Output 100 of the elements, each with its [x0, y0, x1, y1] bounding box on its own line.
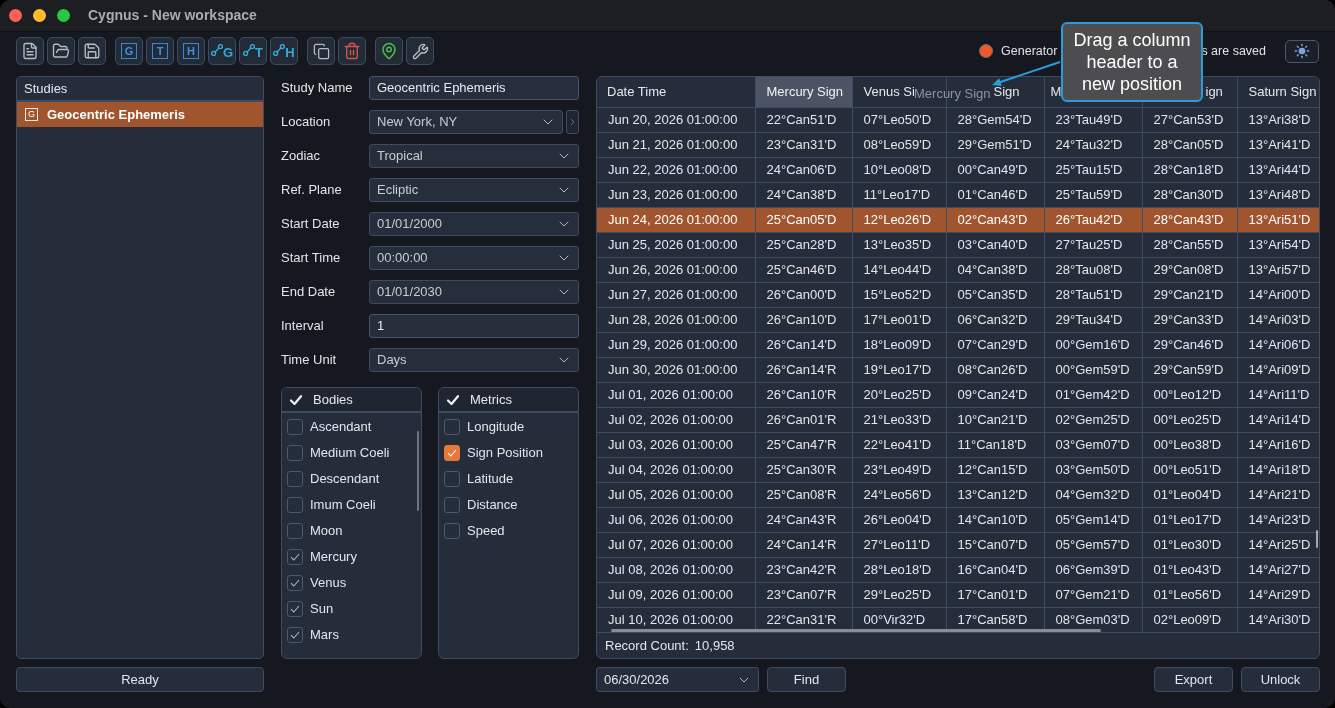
table-row[interactable]: Jun 24, 2026 01:00:00 25°Can05'D 12°Leo26'D 02°Can43'D 26°Tau42'D 28°Can43'D 13°Ari51'D	[597, 207, 1319, 232]
letter-tool-button[interactable]: T	[146, 37, 174, 65]
table-row[interactable]: Jun 25, 2026 01:00:00 25°Can28'D 13°Leo35'D 03°Can40'D 27°Tau25'D 28°Can55'D 13°Ari54'D	[597, 232, 1319, 257]
checkbox[interactable]	[287, 419, 303, 435]
theme-button[interactable]	[1285, 39, 1319, 63]
checkbox[interactable]	[444, 445, 460, 461]
table-cell: 07°Can29'D	[946, 332, 1044, 357]
dropdown[interactable]: 01/01/2030	[369, 280, 579, 304]
table-cell: 13°Ari44'D	[1237, 157, 1319, 182]
study-item[interactable]: G Geocentric Ephemeris	[17, 102, 263, 127]
table-row[interactable]: Jul 02, 2026 01:00:00 26°Can01'R 21°Leo33'D 10°Can21'D 02°Gem25'D 00°Leo25'D 14°Ari14'D	[597, 407, 1319, 432]
maximize-button[interactable]	[57, 9, 70, 22]
table-cell: 01°Leo43'D	[1142, 557, 1237, 582]
checkbox[interactable]	[287, 601, 303, 617]
column-header[interactable]: Sign	[993, 84, 1020, 99]
table-cell: Jun 30, 2026 01:00:00	[597, 357, 755, 382]
checkbox[interactable]	[287, 471, 303, 487]
check-icon[interactable]	[447, 394, 459, 405]
dropdown[interactable]: Ecliptic	[369, 178, 579, 202]
open-button[interactable]	[47, 37, 75, 65]
table-row[interactable]: Jul 01, 2026 01:00:00 26°Can10'R 20°Leo25'D 09°Can24'D 01°Gem42'D 00°Leo12'D 14°Ari11'D	[597, 382, 1319, 407]
table-row[interactable]: Jun 30, 2026 01:00:00 26°Can14'R 19°Leo17'D 08°Can26'D 00°Gem59'D 29°Can59'D 14°Ari09'D	[597, 357, 1319, 382]
check-icon[interactable]	[290, 394, 302, 405]
field-label: Start Date	[281, 215, 341, 234]
table-row[interactable]: Jun 27, 2026 01:00:00 26°Can00'D 15°Leo52'D 05°Can35'D 28°Tau51'D 29°Can21'D 14°Ari00'D	[597, 282, 1319, 307]
column-header[interactable]: Saturn Sign	[1248, 84, 1317, 99]
table-row[interactable]: Jul 06, 2026 01:00:00 24°Can43'R 26°Leo04'D 14°Can10'D 05°Gem14'D 01°Leo17'D 14°Ari23'D	[597, 507, 1319, 532]
table-cell: 14°Ari11'D	[1237, 382, 1319, 407]
node-letter-tool-button[interactable]: G	[208, 37, 236, 65]
checkbox[interactable]	[287, 627, 303, 643]
table-cell: 24°Tau32'D	[1044, 132, 1142, 157]
location-button[interactable]	[375, 37, 403, 65]
dropdown[interactable]: 01/01/2000	[369, 212, 579, 236]
table-row[interactable]: Jul 03, 2026 01:00:00 25°Can47'R 22°Leo41'D 11°Can18'D 03°Gem07'D 00°Leo38'D 14°Ari16'D	[597, 432, 1319, 457]
dropdown[interactable]: New York, NY	[369, 110, 563, 134]
checkbox[interactable]	[287, 549, 303, 565]
table-row[interactable]: Jul 07, 2026 01:00:00 24°Can14'R 27°Leo11'D 15°Can07'D 05°Gem57'D 01°Leo30'D 14°Ari25'D	[597, 532, 1319, 557]
table-cell: 24°Can43'R	[755, 507, 852, 532]
table-cell: 23°Can42'R	[755, 557, 852, 582]
column-header[interactable]: Venus Si	[863, 84, 915, 99]
checkbox[interactable]	[287, 523, 303, 539]
checkbox[interactable]	[444, 471, 460, 487]
table-cell: 29°Can33'D	[1142, 307, 1237, 332]
text-field[interactable]: 1	[369, 314, 579, 338]
save-button[interactable]	[78, 37, 106, 65]
table-row[interactable]: Jul 05, 2026 01:00:00 25°Can08'R 24°Leo56'D 13°Can12'D 04°Gem32'D 01°Leo04'D 14°Ari21'D	[597, 482, 1319, 507]
close-button[interactable]	[9, 9, 22, 22]
table-row[interactable]: Jun 23, 2026 01:00:00 24°Can38'D 11°Leo17'D 01°Can46'D 25°Tau59'D 28°Can30'D 13°Ari48'D	[597, 182, 1319, 207]
checkbox[interactable]	[287, 497, 303, 513]
checkbox[interactable]	[287, 445, 303, 461]
table-row[interactable]: Jun 26, 2026 01:00:00 25°Can46'D 14°Leo44'D 04°Can38'D 28°Tau08'D 29°Can08'D 13°Ari57'D	[597, 257, 1319, 282]
checkbox[interactable]	[444, 523, 460, 539]
table-cell: 28°Can43'D	[1142, 207, 1237, 232]
letter-tool-button[interactable]: G	[115, 37, 143, 65]
date-dropdown[interactable]: 06/30/2026	[596, 667, 759, 692]
dropdown[interactable]: Days	[369, 348, 579, 372]
table-cell: 02°Can43'D	[946, 207, 1044, 232]
dropdown[interactable]: 00:00:00	[369, 246, 579, 270]
find-button[interactable]: Find	[767, 667, 846, 692]
table-row[interactable]: Jun 29, 2026 01:00:00 26°Can14'D 18°Leo09'D 07°Can29'D 00°Gem16'D 29°Can46'D 14°Ari06'D	[597, 332, 1319, 357]
table-row[interactable]: Jul 08, 2026 01:00:00 23°Can42'R 28°Leo18'D 16°Can04'D 06°Gem39'D 01°Leo43'D 14°Ari27'D	[597, 557, 1319, 582]
table-row[interactable]: Jul 09, 2026 01:00:00 23°Can07'R 29°Leo25'D 17°Can01'D 07°Gem21'D 01°Leo56'D 14°Ari29'D	[597, 582, 1319, 607]
action-button[interactable]: Unlock	[1241, 667, 1320, 692]
table-row[interactable]: Jun 22, 2026 01:00:00 24°Can06'D 10°Leo08'D 00°Can49'D 25°Tau15'D 28°Can18'D 13°Ari44'D	[597, 157, 1319, 182]
new-file-button[interactable]	[16, 37, 44, 65]
table-cell: 13°Ari57'D	[1237, 257, 1319, 282]
table-row[interactable]: Jun 28, 2026 01:00:00 26°Can10'D 17°Leo01'D 06°Can32'D 29°Tau34'D 29°Can33'D 14°Ari03'D	[597, 307, 1319, 332]
node-letter-tool-button[interactable]: T	[239, 37, 267, 65]
dropdown[interactable]: Tropical	[369, 144, 579, 168]
column-header[interactable]: M	[1050, 84, 1062, 99]
sun-icon	[1294, 43, 1310, 59]
checkbox[interactable]	[287, 575, 303, 591]
table-cell: 25°Can47'R	[755, 432, 852, 457]
minimize-button[interactable]	[33, 9, 46, 22]
table-cell: 27°Can53'D	[1142, 107, 1237, 132]
copy-button[interactable]	[307, 37, 335, 65]
table-cell: Jun 22, 2026 01:00:00	[597, 157, 755, 182]
table-cell: 25°Tau15'D	[1044, 157, 1142, 182]
table-cell: 00°Leo51'D	[1142, 457, 1237, 482]
checkbox[interactable]	[444, 497, 460, 513]
table-cell: 16°Can04'D	[946, 557, 1044, 582]
table-cell: 00°Gem59'D	[1044, 357, 1142, 382]
table-cell: 00°Leo25'D	[1142, 407, 1237, 432]
settings-button[interactable]	[406, 37, 434, 65]
table-cell: 01°Leo04'D	[1142, 482, 1237, 507]
action-button[interactable]: Export	[1154, 667, 1233, 692]
delete-button[interactable]	[338, 37, 366, 65]
ready-button[interactable]: Ready	[16, 667, 264, 692]
table-cell: 01°Leo56'D	[1142, 582, 1237, 607]
node-letter-tool-button[interactable]: H	[270, 37, 298, 65]
table-row[interactable]: Jun 20, 2026 01:00:00 22°Can51'D 07°Leo50'D 28°Gem54'D 23°Tau49'D 27°Can53'D 13°Ari38'D	[597, 107, 1319, 132]
table-row[interactable]: Jun 21, 2026 01:00:00 23°Can31'D 08°Leo59'D 29°Gem51'D 24°Tau32'D 28°Can05'D 13°Ari41'D	[597, 132, 1319, 157]
checkmark-icon	[447, 449, 457, 457]
column-header[interactable]: Date Time	[607, 84, 667, 99]
table-cell: 21°Leo33'D	[852, 407, 946, 432]
text-field[interactable]: Geocentric Ephemeris	[369, 76, 579, 100]
letter-tool-button[interactable]: H	[177, 37, 205, 65]
column-header[interactable]: ign	[1205, 84, 1223, 99]
checkbox[interactable]	[444, 419, 460, 435]
table-row[interactable]: Jul 04, 2026 01:00:00 25°Can30'R 23°Leo49'D 12°Can15'D 03°Gem50'D 00°Leo51'D 14°Ari18'D	[597, 457, 1319, 482]
